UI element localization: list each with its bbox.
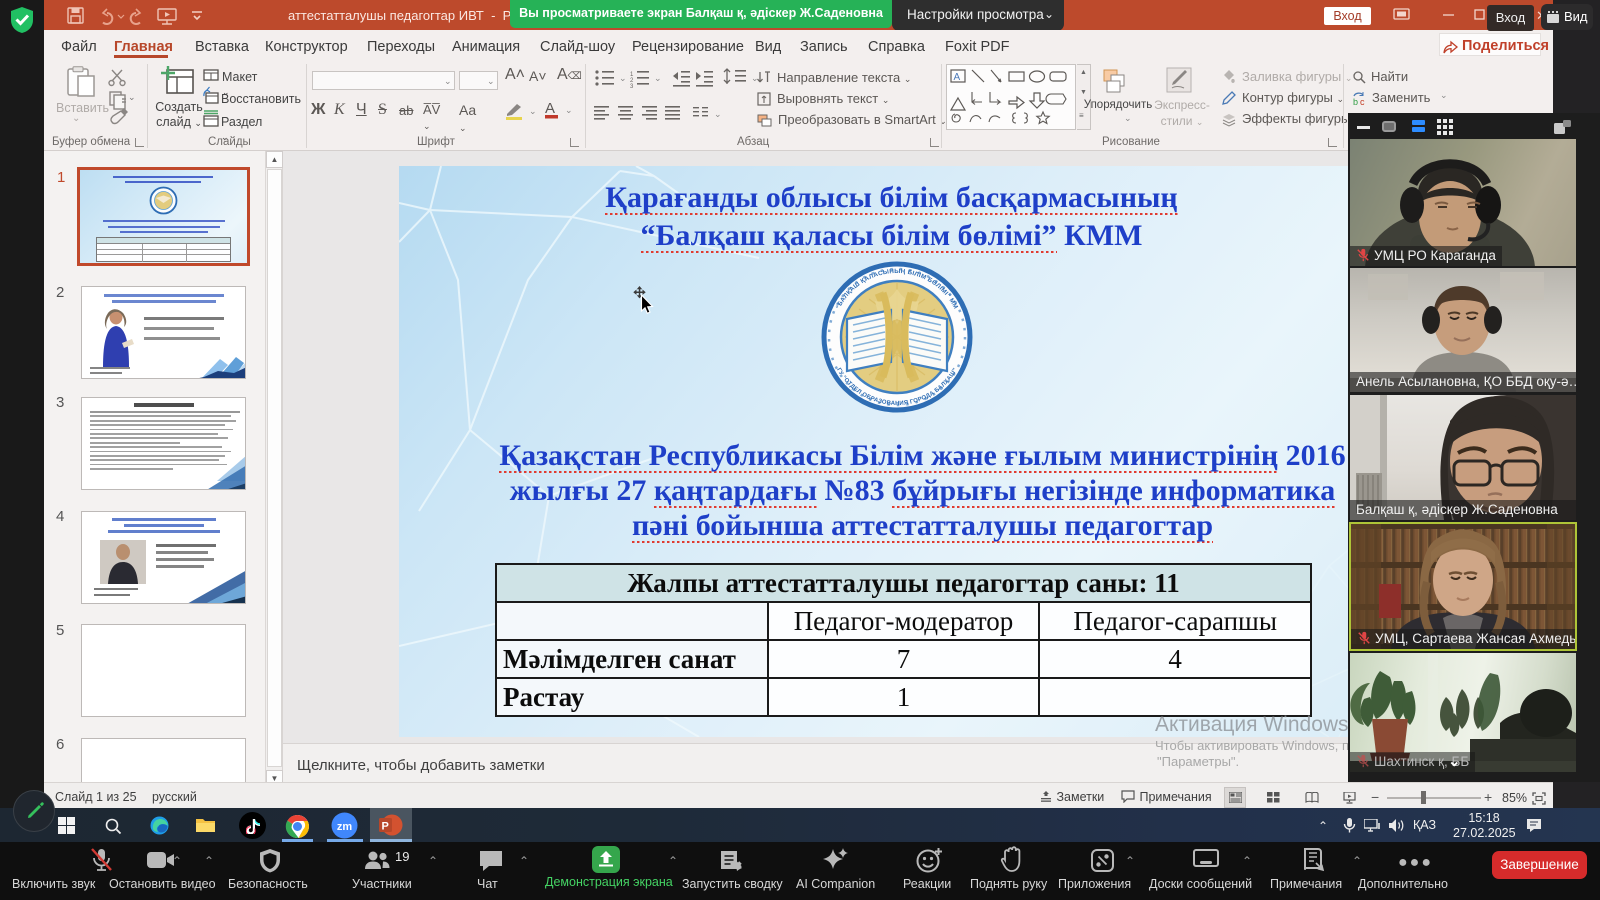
svg-text:⌄: ⌄ <box>619 73 627 83</box>
svg-text:⌄: ⌄ <box>565 105 573 115</box>
svg-text:b: b <box>1353 97 1358 106</box>
svg-text:3: 3 <box>630 84 634 88</box>
svg-text:P: P <box>382 821 389 833</box>
svg-text:⌄: ⌄ <box>529 106 537 116</box>
svg-text:⌄: ⌄ <box>654 73 662 83</box>
svg-text:zm: zm <box>337 821 353 833</box>
svg-text:c: c <box>1360 97 1365 106</box>
svg-text:A: A <box>954 72 961 83</box>
svg-text:⌄: ⌄ <box>714 109 722 119</box>
svg-text:A: A <box>545 100 555 117</box>
